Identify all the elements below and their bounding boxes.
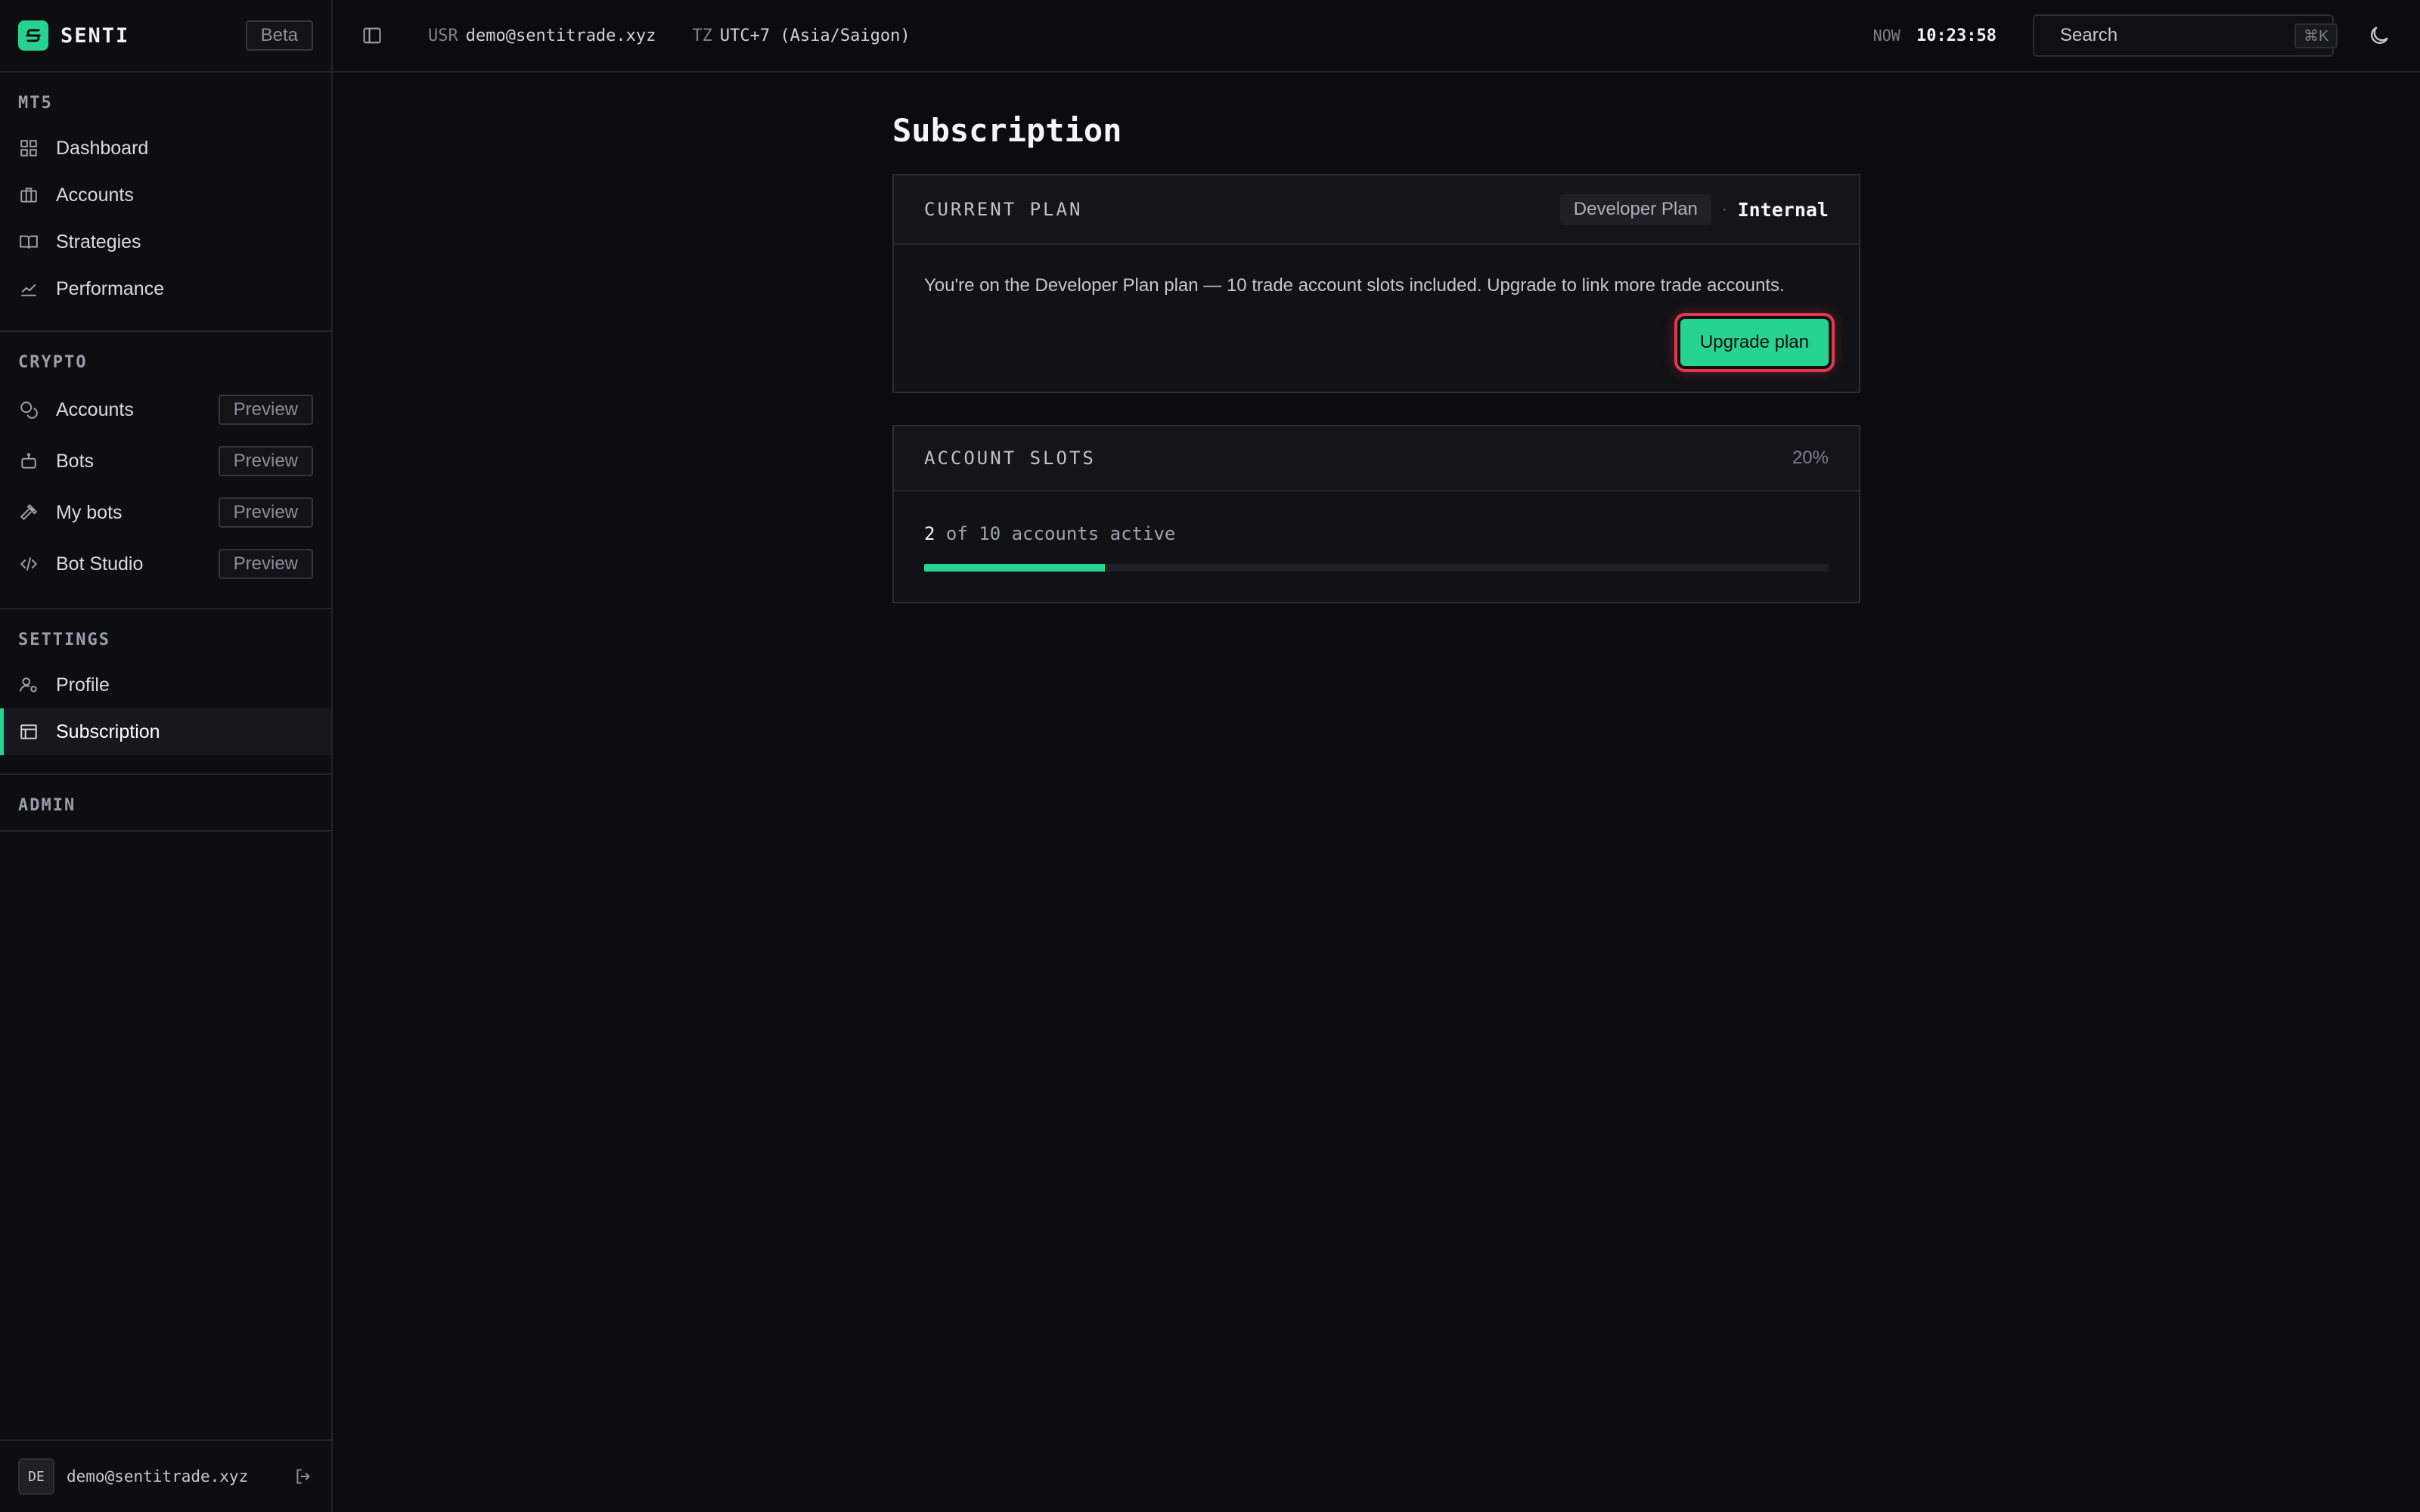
sidebar-footer: DE demo@sentitrade.xyz — [0, 1439, 331, 1512]
nav-heading-admin: ADMIN — [18, 796, 76, 815]
current-plan-card: CURRENT PLAN Developer Plan · Internal Y… — [892, 174, 1860, 393]
sidebar-item-my-bots[interactable]: My bots Preview — [0, 487, 331, 538]
topbar: USR demo@sentitrade.xyz TZ UTC+7 (Asia/S… — [333, 0, 2420, 73]
separator: · — [1721, 200, 1727, 218]
page-title: Subscription — [892, 112, 1122, 149]
clock: NOW 10:23:58 — [1873, 26, 1996, 45]
slots-progress-fill — [924, 564, 1106, 572]
timezone-meta: TZ UTC+7 (Asia/Saigon) — [692, 26, 910, 45]
current-plan-body: You're on the Developer Plan plan — 10 t… — [894, 245, 1859, 392]
briefcase-icon — [18, 184, 39, 206]
sidebar-item-label: Accounts — [56, 398, 134, 420]
nav-section-crypto: CRYPTO Accounts Preview Bots Preview My … — [0, 332, 331, 609]
preview-badge: Preview — [218, 549, 313, 579]
plan-description: You're on the Developer Plan plan — 10 t… — [924, 275, 1785, 296]
search-shortcut: ⌘K — [2294, 23, 2338, 48]
search-box[interactable]: ⌘K — [2033, 14, 2338, 57]
account-slots-body: 2 of 10 accounts active — [894, 491, 1859, 602]
slots-summary: 2 of 10 accounts active — [924, 523, 1829, 544]
slots-active-count: 2 — [924, 523, 935, 544]
avatar[interactable]: DE — [18, 1458, 54, 1495]
sidebar-item-mt5-accounts[interactable]: Accounts — [0, 172, 331, 218]
user-gear-icon — [18, 674, 39, 696]
sidebar-item-label: Accounts — [56, 184, 134, 206]
chart-line-icon — [18, 278, 39, 299]
footer-email: demo@sentitrade.xyz — [67, 1467, 249, 1486]
coins-icon — [18, 399, 39, 420]
plan-name-chip: Developer Plan — [1559, 194, 1711, 225]
sidebar-item-label: Profile — [56, 674, 110, 696]
plan-tag: Internal — [1737, 198, 1829, 221]
sidebar-item-label: Performance — [56, 277, 165, 299]
sidebar-item-performance[interactable]: Performance — [0, 265, 331, 312]
sidebar: SENTI Beta MT5 Dashboard Accounts Strate… — [0, 0, 333, 1512]
user-value: demo@sentitrade.xyz — [465, 26, 656, 45]
user-meta: USR demo@sentitrade.xyz — [428, 26, 656, 45]
nav-heading-mt5: MT5 — [18, 94, 53, 113]
sidebar-item-profile[interactable]: Profile — [0, 662, 331, 708]
sidebar-item-label: Dashboard — [56, 137, 149, 159]
preview-badge: Preview — [218, 395, 313, 425]
logout-icon[interactable] — [293, 1467, 313, 1486]
upgrade-plan-button[interactable]: Upgrade plan — [1680, 319, 1829, 366]
current-plan-header: CURRENT PLAN Developer Plan · Internal — [894, 175, 1859, 245]
current-plan-heading: CURRENT PLAN — [924, 199, 1083, 220]
brand-header: SENTI Beta — [0, 0, 331, 73]
now-key: NOW — [1872, 26, 1900, 45]
tz-key: TZ — [692, 26, 712, 45]
nav-heading-crypto: CRYPTO — [18, 353, 88, 372]
senti-logo-icon[interactable] — [18, 20, 48, 51]
nav-section-settings: SETTINGS Profile Subscription — [0, 609, 331, 775]
moon-icon[interactable] — [2367, 23, 2391, 48]
account-slots-heading: ACCOUNT SLOTS — [924, 448, 1096, 469]
nav-section-admin: ADMIN — [0, 775, 331, 832]
sidebar-item-label: My bots — [56, 501, 123, 523]
grid-icon — [18, 138, 39, 159]
account-slots-header: ACCOUNT SLOTS 20% — [894, 426, 1859, 491]
sidebar-item-subscription[interactable]: Subscription — [0, 708, 331, 755]
sidebar-item-label: Subscription — [56, 720, 160, 742]
preview-badge: Preview — [218, 497, 313, 528]
now-value: 10:23:58 — [1916, 26, 1996, 45]
slots-of-text: of 10 accounts active — [945, 523, 1176, 544]
user-key: USR — [428, 26, 458, 45]
account-slots-card: ACCOUNT SLOTS 20% 2 of 10 accounts activ… — [892, 425, 1860, 603]
book-icon — [18, 231, 39, 253]
hammer-icon — [18, 502, 39, 523]
slots-percent: 20% — [1792, 448, 1829, 468]
brand-name[interactable]: SENTI — [60, 24, 129, 48]
slots-progress-track — [924, 564, 1829, 572]
tz-value: UTC+7 (Asia/Saigon) — [719, 26, 911, 45]
nav-heading-settings: SETTINGS — [18, 631, 110, 649]
sidebar-item-strategies[interactable]: Strategies — [0, 218, 331, 265]
beta-badge: Beta — [245, 20, 313, 51]
sidebar-item-bot-studio[interactable]: Bot Studio Preview — [0, 538, 331, 590]
search-input[interactable] — [2060, 25, 2294, 46]
sidebar-item-label: Strategies — [56, 231, 141, 253]
card-icon — [18, 721, 39, 742]
sidebar-item-label: Bot Studio — [56, 553, 144, 575]
sidebar-item-bots[interactable]: Bots Preview — [0, 435, 331, 487]
preview-badge: Preview — [218, 446, 313, 476]
sidebar-item-dashboard[interactable]: Dashboard — [0, 125, 331, 172]
sidebar-item-crypto-accounts[interactable]: Accounts Preview — [0, 384, 331, 435]
nav-section-mt5: MT5 Dashboard Accounts Strategies Perfor… — [0, 73, 331, 332]
upgrade-row: Upgrade plan — [924, 319, 1829, 366]
code-icon — [18, 553, 39, 575]
sidebar-toggle-icon[interactable] — [361, 25, 383, 46]
sidebar-item-label: Bots — [56, 450, 95, 472]
bot-icon — [18, 451, 39, 472]
